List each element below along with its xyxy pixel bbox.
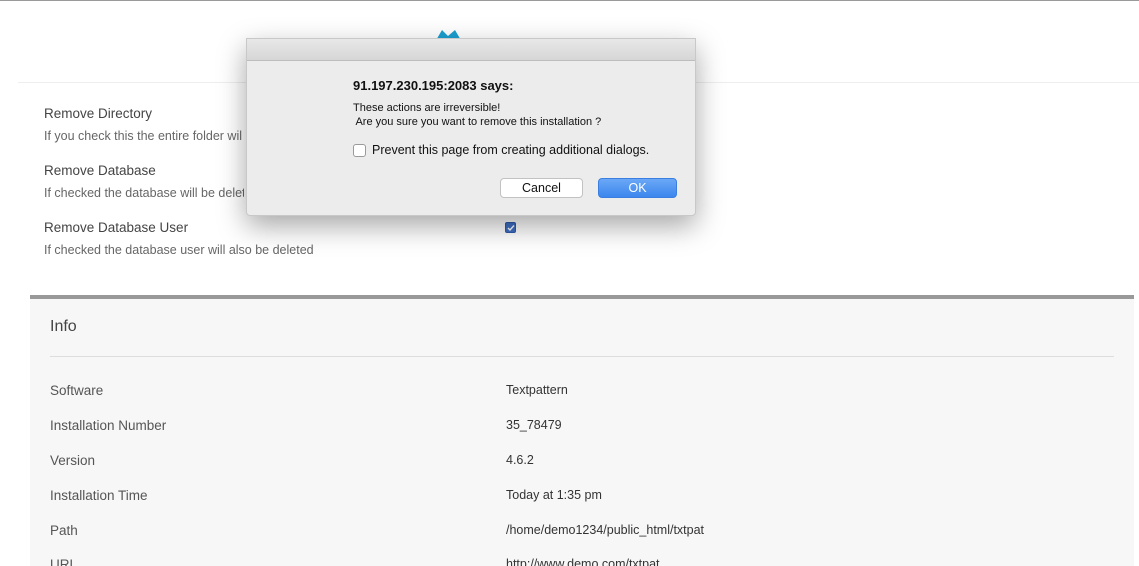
cancel-button[interactable]: Cancel [500,178,583,198]
dialog-titlebar[interactable] [247,39,695,61]
info-divider [50,356,1114,357]
checkmark-icon [507,225,515,232]
info-value: /home/demo1234/public_html/txtpat [506,523,705,537]
prevent-dialogs-label[interactable]: Prevent this page from creating addition… [372,143,649,157]
info-label: URL [50,557,78,566]
confirm-dialog: 91.197.230.195:2083 says: These actions … [246,38,696,216]
remove-database-user-title: Remove Database User [44,220,189,235]
prevent-dialogs-checkbox[interactable] [353,144,366,157]
info-heading: Info [50,318,77,335]
info-value: 4.6.2 [506,453,534,467]
top-border [0,0,1139,1]
remove-directory-title: Remove Directory [44,106,153,121]
info-value: Today at 1:35 pm [506,488,602,502]
info-label: Software [50,383,104,398]
info-row-url: URL http://www.demo.com/txtpat [30,557,1134,566]
page: Remove Directory If you check this the e… [0,0,1139,566]
remove-database-title: Remove Database [44,163,156,178]
info-label: Version [50,453,96,468]
remove-database-user-description: If checked the database user will also b… [44,243,314,257]
info-value: 35_78479 [506,418,562,432]
remove-database-description: If checked the database will be delet [44,186,244,200]
info-row-software: Software Textpattern [30,383,1134,403]
dialog-origin: 91.197.230.195:2083 says: [353,78,514,93]
info-label: Path [50,523,78,538]
remove-directory-description: If you check this the entire folder wil [44,129,243,143]
info-label: Installation Number [50,418,167,433]
info-row-version: Version 4.6.2 [30,453,1134,473]
dialog-message-line1: These actions are irreversible! [353,102,501,114]
info-row-installation-number: Installation Number 35_78479 [30,418,1134,438]
remove-database-user-checkbox[interactable] [505,222,516,233]
dialog-message-line2: Are you sure you want to remove this ins… [353,116,602,128]
info-value: Textpattern [506,383,568,397]
info-label: Installation Time [50,488,148,503]
info-panel: Info Software Textpattern Installation N… [30,295,1134,566]
info-row-installation-time: Installation Time Today at 1:35 pm [30,488,1134,508]
info-value[interactable]: http://www.demo.com/txtpat [506,557,660,566]
info-row-path: Path /home/demo1234/public_html/txtpat [30,523,1134,543]
ok-button[interactable]: OK [598,178,677,198]
